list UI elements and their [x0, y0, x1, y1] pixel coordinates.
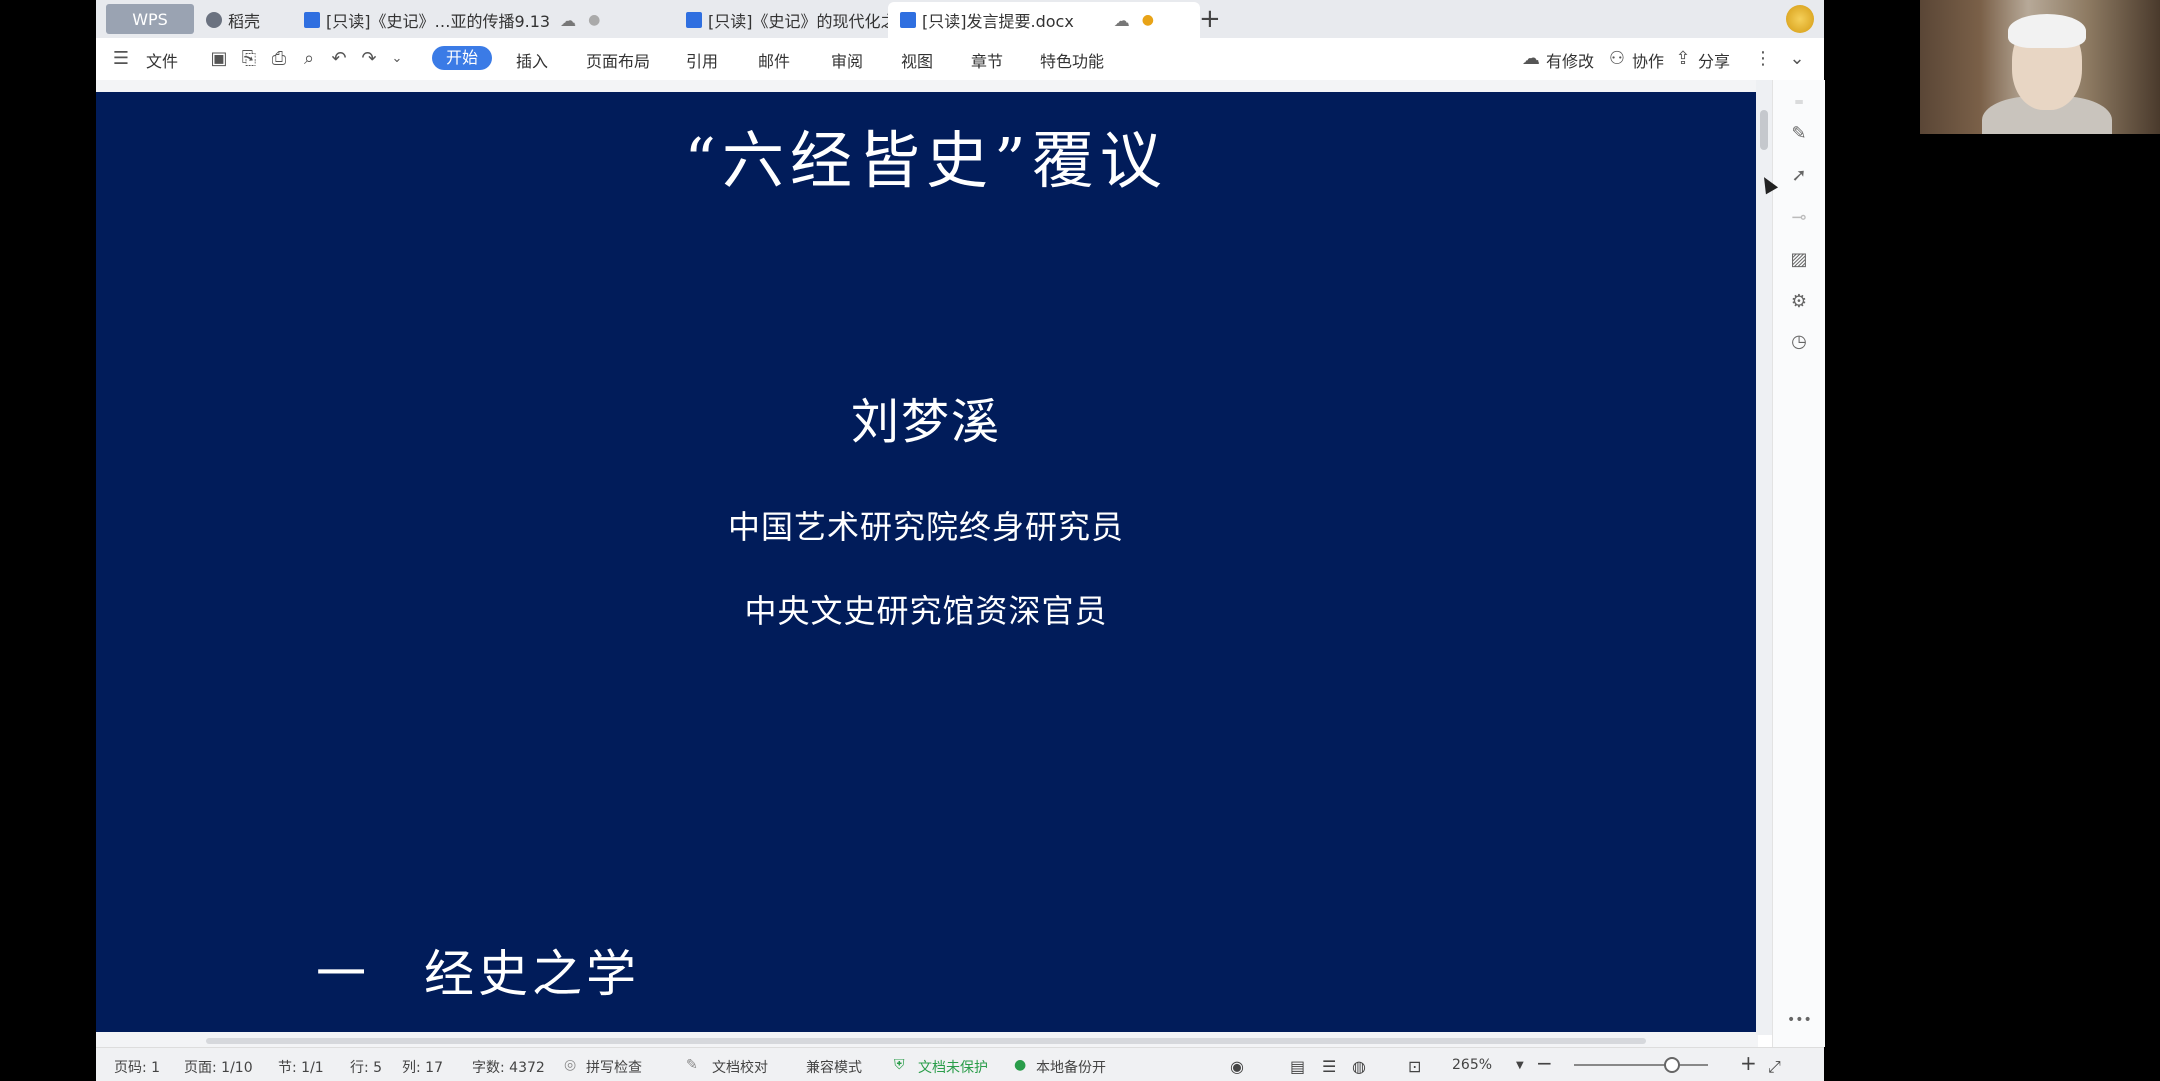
status-unprotected[interactable]: 文档未保护 [918, 1057, 988, 1077]
horizontal-scroll-thumb[interactable] [206, 1038, 1646, 1044]
fit-page-icon[interactable]: ⊡ [1408, 1057, 1421, 1076]
outline-view-icon[interactable]: ☰ [1322, 1057, 1336, 1076]
page-view-icon[interactable]: ▤ [1290, 1057, 1305, 1076]
toolbar: ☰ 文件 ▣ ⎘ ⎙ ⌕ ↶ ↷ ⌄ 开始 插入 页面布局 引用 邮件 审阅 视… [96, 38, 1824, 81]
word-doc-icon [900, 12, 916, 28]
tab-wps-home[interactable]: WPS [106, 4, 194, 34]
vertical-scrollbar[interactable] [1756, 80, 1772, 1035]
web-view-icon[interactable]: ◍ [1352, 1057, 1366, 1076]
print-icon[interactable]: ⎙ [268, 48, 290, 70]
share-button[interactable]: 分享 [1698, 48, 1730, 72]
zoom-out-icon[interactable]: − [1536, 1051, 1553, 1075]
proof-icon: ✎ [686, 1057, 698, 1073]
select-pointer-icon[interactable]: ➚ [1787, 164, 1811, 188]
menu-review[interactable]: 审阅 [831, 48, 863, 72]
status-page-code[interactable]: 页码: 1 [114, 1057, 160, 1077]
tab-bar: WPS 稻壳 [只读]《史记》…亚的传播9.13 ☁ ● [只读]《史记》的现代… [96, 0, 1824, 38]
status-col: 列: 17 [402, 1060, 443, 1076]
modified-dot-icon[interactable]: ● [1142, 12, 1154, 28]
tab-label: [只读]《史记》的现代化之路 [708, 12, 913, 31]
menu-chapter[interactable]: 章节 [971, 48, 1003, 72]
more-tools-icon[interactable]: ••• [1787, 1008, 1812, 1032]
settings-icon[interactable]: ⚙ [1787, 290, 1811, 314]
menu-mail[interactable]: 邮件 [758, 48, 790, 72]
share-icon[interactable]: ⇪ [1672, 48, 1694, 70]
horizontal-scrollbar[interactable] [96, 1035, 1758, 1047]
status-row: 行: 5 [350, 1060, 383, 1076]
file-menu[interactable]: 文件 [146, 48, 178, 72]
tab-label: [只读]发言提要.docx [922, 12, 1074, 31]
vertical-scroll-thumb[interactable] [1760, 110, 1768, 150]
tab-doc-1[interactable]: [只读]《史记》…亚的传播9.13 ☁ ● [292, 2, 688, 38]
right-tool-rail: ═ ✎ ➚ ⊸ ▨ ⚙ ◷ ••• [1772, 80, 1825, 1047]
document-area: “六经皆史”覆议 刘梦溪 中国艺术研究院终身研究员 中央文史研究馆资深官员 一 … [96, 80, 1772, 1035]
pen-icon[interactable]: ✎ [1787, 122, 1811, 146]
shield-icon: ⛨ [894, 1057, 905, 1073]
spell-check-icon: ◎ [564, 1057, 577, 1073]
section-heading: 一 经史之学 [316, 945, 640, 1003]
word-doc-icon [686, 12, 702, 28]
fullscreen-icon[interactable]: ⤢ [1768, 1057, 1781, 1077]
save-icon[interactable]: ▣ [208, 48, 230, 70]
collab-button[interactable]: 协作 [1632, 48, 1664, 72]
collab-icon[interactable]: ⚇ [1606, 48, 1628, 70]
status-words[interactable]: 字数: 4372 [472, 1057, 545, 1077]
more-dropdown-icon[interactable]: ⌄ [386, 48, 408, 70]
tab-label: WPS [132, 9, 168, 29]
export-icon[interactable]: ⎘ [238, 48, 260, 70]
more-icon[interactable]: ⋮ [1752, 48, 1774, 70]
zoom-in-icon[interactable]: + [1740, 1051, 1757, 1075]
zoom-slider[interactable] [1574, 1064, 1708, 1066]
tab-label: 稻壳 [228, 12, 261, 31]
menu-start[interactable]: 开始 [432, 46, 492, 70]
menu-view[interactable]: 视图 [901, 48, 933, 72]
status-compat-mode: 兼容模式 [806, 1060, 862, 1076]
status-page[interactable]: 页面: 1/10 [184, 1057, 253, 1077]
tab-daoke[interactable]: 稻壳 [206, 2, 296, 38]
zoom-slider-knob[interactable] [1664, 1057, 1680, 1073]
redo-icon[interactable]: ↷ [358, 48, 380, 70]
webcam-person-hair [2008, 14, 2086, 48]
eye-protect-icon[interactable]: ◉ [1230, 1057, 1244, 1076]
document-affiliation-2: 中央文史研究馆资深官员 [744, 592, 1108, 630]
status-spell-check[interactable]: 拼写检查 [586, 1057, 642, 1077]
word-doc-icon [304, 12, 320, 28]
backup-icon: ● [1014, 1057, 1027, 1073]
menu-icon[interactable]: ☰ [110, 48, 132, 70]
menu-references[interactable]: 引用 [686, 48, 718, 72]
zoom-level[interactable]: 265% [1452, 1057, 1492, 1073]
close-dot-icon[interactable]: ● [588, 12, 600, 28]
user-avatar[interactable] [1786, 5, 1814, 33]
status-bar: 页码: 1 页面: 1/10 节: 1/1 行: 5 列: 17 字数: 437… [96, 1047, 1824, 1081]
cloud-icon: ☁ [1113, 10, 1130, 30]
document-title: “六经皆史”覆议 [684, 124, 1168, 197]
status-section: 节: 1/1 [278, 1060, 324, 1076]
status-proofread[interactable]: 文档校对 [712, 1057, 768, 1077]
document-affiliation-1: 中国艺术研究院终身研究员 [727, 508, 1124, 546]
menu-page-layout[interactable]: 页面布局 [586, 48, 650, 72]
tab-doc-active[interactable]: [只读]发言提要.docx ☁ ● [888, 2, 1200, 38]
preview-icon[interactable]: ⌕ [298, 48, 320, 70]
menu-insert[interactable]: 插入 [516, 48, 548, 72]
daoke-icon [206, 12, 222, 28]
zoom-dropdown-icon[interactable]: ▼ [1516, 1060, 1524, 1071]
cloud-icon: ☁ [560, 10, 577, 30]
tab-label: [只读]《史记》…亚的传播9.13 [326, 12, 551, 31]
image-icon[interactable]: ▨ [1787, 248, 1811, 272]
document-author: 刘梦溪 [850, 394, 1001, 450]
history-icon[interactable]: ◷ [1787, 330, 1811, 354]
wps-window: WPS 稻壳 [只读]《史记》…亚的传播9.13 ☁ ● [只读]《史记》的现代… [96, 0, 1825, 1081]
webcam-overlay [1920, 0, 2160, 134]
drag-handle-icon[interactable]: ═ [1787, 90, 1811, 114]
modified-button[interactable]: 有修改 [1546, 48, 1594, 72]
undo-icon[interactable]: ↶ [328, 48, 350, 70]
status-backup[interactable]: 本地备份开 [1036, 1057, 1106, 1077]
new-tab-button[interactable]: + [1199, 4, 1221, 34]
cloud-sync-icon[interactable]: ☁ [1520, 48, 1542, 70]
menu-features[interactable]: 特色功能 [1040, 48, 1104, 72]
collapse-icon[interactable]: ⌄ [1786, 48, 1808, 70]
document-page[interactable]: “六经皆史”覆议 刘梦溪 中国艺术研究院终身研究员 中央文史研究馆资深官员 一 … [96, 92, 1756, 1032]
adjust-icon[interactable]: ⊸ [1787, 206, 1811, 230]
